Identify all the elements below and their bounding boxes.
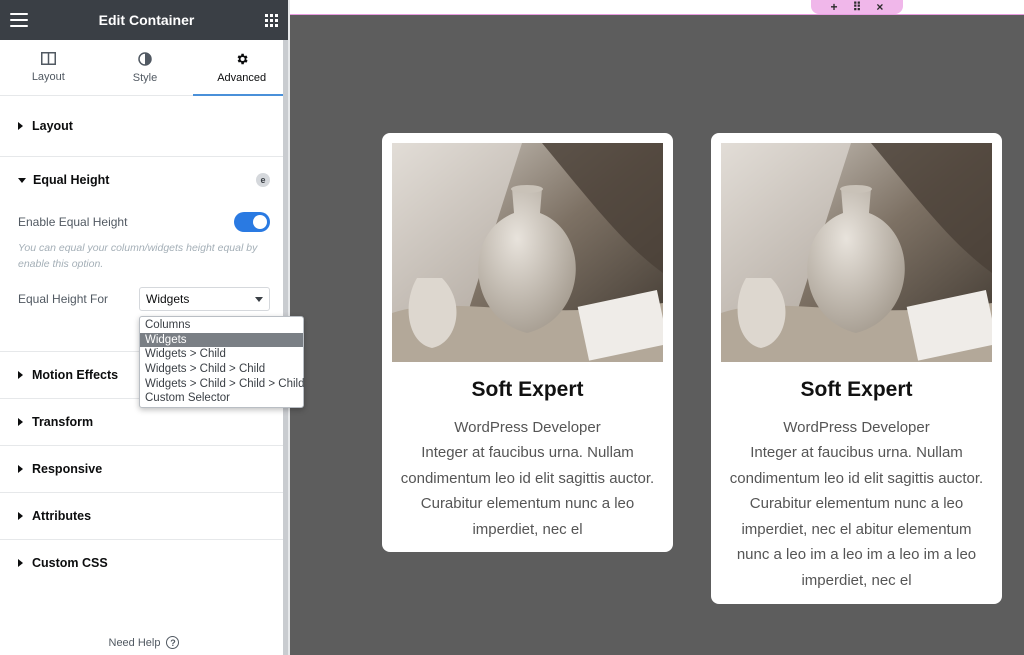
body-line: imperdiet, nec el: [801, 571, 912, 589]
equal-height-help-text: You can equal your column/widgets height…: [18, 242, 258, 270]
section-equal-height-toggle[interactable]: Equal Height: [0, 157, 290, 203]
equal-height-for-label: Equal Height For: [18, 292, 109, 306]
toggle-knob: [253, 215, 267, 229]
caret-right-icon: [18, 122, 23, 130]
container-handle: + ⠿ ×: [811, 0, 903, 14]
option-custom-selector[interactable]: Custom Selector: [140, 391, 303, 406]
caret-right-icon: [18, 559, 23, 567]
body-line: nunc a leo im a leo im a leo im a leo: [736, 546, 977, 563]
panel-header: Edit Container: [0, 0, 290, 40]
tab-advanced-label: Advanced: [217, 71, 267, 84]
question-circle-icon: ?: [166, 636, 180, 649]
section-attributes-label: Attributes: [32, 509, 92, 523]
addon-badge-icon: e: [256, 173, 270, 187]
tab-style-label: Style: [132, 71, 158, 84]
section-responsive: Responsive: [0, 446, 290, 493]
body-line: condimentum leo id elit sagittis auctor.: [729, 469, 984, 487]
close-icon[interactable]: ×: [876, 1, 883, 13]
add-element-icon[interactable]: +: [831, 1, 838, 13]
equal-height-for-options: Columns Widgets Widgets > Child Widgets …: [139, 316, 304, 409]
caret-right-icon: [18, 465, 23, 473]
enable-equal-height-label: Enable Equal Height: [18, 215, 128, 229]
panel-tabs: Layout Style Advanced: [0, 40, 290, 96]
option-columns[interactable]: Columns: [140, 318, 303, 333]
caret-right-icon: [18, 418, 23, 426]
option-widgets-child[interactable]: Widgets > Child: [140, 347, 303, 362]
section-custom-css: Custom CSS: [0, 540, 290, 586]
tab-advanced[interactable]: Advanced: [193, 40, 290, 96]
tab-layout-label: Layout: [31, 71, 65, 83]
body-line: Integer at faucibus urna. Nullam: [750, 444, 963, 461]
team-card[interactable]: Soft Expert WordPress Developer Integer …: [711, 133, 1002, 604]
caret-down-icon: [18, 177, 26, 183]
canvas-top-bar: [290, 0, 1024, 15]
need-help-label: Need Help: [108, 636, 161, 649]
card-body: Integer at faucibus urna. Nullam condime…: [719, 440, 994, 593]
need-help-link[interactable]: Need Help ?: [0, 636, 288, 649]
section-layout-toggle[interactable]: Layout: [0, 96, 290, 156]
drag-handle-icon[interactable]: ⠿: [853, 1, 862, 13]
select-value: Widgets: [146, 292, 190, 306]
card-title: Soft Expert: [471, 378, 584, 401]
body-line: Curabitur elementum nunc a leo: [749, 495, 964, 512]
section-attributes-toggle[interactable]: Attributes: [0, 493, 290, 539]
body-line: Curabitur elementum nunc a leo: [420, 495, 635, 512]
vase-image: [392, 143, 663, 362]
section-layout-label: Layout: [32, 119, 73, 133]
caret-right-icon: [18, 371, 23, 379]
option-widgets-child-child[interactable]: Widgets > Child > Child: [140, 362, 303, 377]
team-card[interactable]: Soft Expert WordPress Developer Integer …: [382, 133, 673, 552]
widgets-grid-icon[interactable]: [264, 13, 278, 27]
gear-icon: [237, 53, 248, 64]
section-layout: Layout: [0, 96, 290, 157]
section-motion-effects-label: Motion Effects: [32, 368, 119, 382]
body-line: imperdiet, nec el: [472, 520, 583, 538]
section-responsive-label: Responsive: [32, 462, 103, 476]
card-role: WordPress Developer: [454, 419, 601, 436]
equal-height-for-select[interactable]: Widgets: [139, 287, 270, 311]
layout-icon: [40, 52, 56, 65]
tab-layout[interactable]: Layout: [0, 40, 97, 95]
hamburger-menu-icon[interactable]: [10, 13, 28, 27]
section-attributes: Attributes: [0, 493, 290, 540]
enable-equal-height-toggle[interactable]: [234, 212, 270, 232]
option-widgets-child-child-child[interactable]: Widgets > Child > Child > Child: [140, 377, 304, 392]
section-equal-height-label: Equal Height: [33, 173, 110, 187]
half-circle-icon: [138, 51, 152, 66]
section-custom-css-toggle[interactable]: Custom CSS: [0, 540, 290, 586]
preview-canvas: + ⠿ × Soft Expert WordPress Developer In…: [290, 0, 1024, 655]
chevron-down-icon: [255, 297, 263, 302]
body-line: imperdiet, nec el abitur elementum: [741, 520, 972, 538]
tab-style[interactable]: Style: [97, 40, 194, 95]
section-responsive-toggle[interactable]: Responsive: [0, 446, 290, 492]
card-role: WordPress Developer: [783, 419, 930, 436]
section-custom-css-label: Custom CSS: [32, 556, 108, 570]
card-body: Integer at faucibus urna. Nullam condime…: [390, 440, 665, 542]
body-line: condimentum leo id elit sagittis auctor.: [400, 469, 655, 487]
panel-title: Edit Container: [98, 12, 195, 28]
section-transform-label: Transform: [32, 415, 94, 429]
vase-image: [721, 143, 992, 362]
card-title: Soft Expert: [800, 378, 913, 401]
body-line: Integer at faucibus urna. Nullam: [421, 444, 634, 461]
caret-right-icon: [18, 512, 23, 520]
option-widgets[interactable]: Widgets: [140, 332, 303, 348]
